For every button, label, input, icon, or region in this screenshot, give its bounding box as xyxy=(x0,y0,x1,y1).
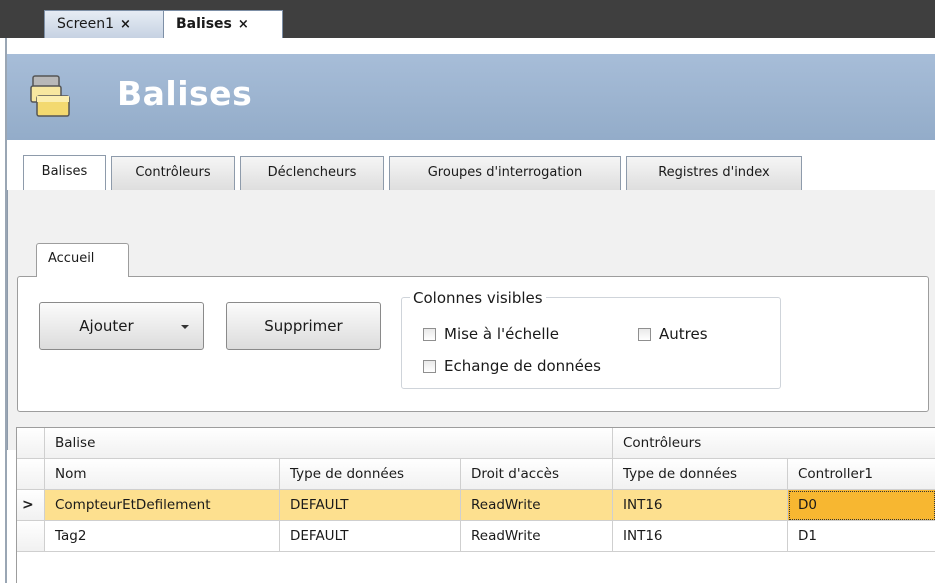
row-header-corner xyxy=(17,459,45,490)
visible-columns-group: Colonnes visibles Mise à l'échelle Autre… xyxy=(401,289,781,389)
column-header-nom[interactable]: Nom xyxy=(45,459,280,490)
checkbox-box[interactable] xyxy=(638,327,651,341)
cell-controller-type[interactable]: INT16 xyxy=(613,490,788,521)
chevron-down-icon[interactable] xyxy=(181,325,189,329)
column-header-controller1[interactable]: Controller1 xyxy=(788,459,935,490)
doc-tab-screen1[interactable]: Screen1 × xyxy=(44,10,167,38)
column-header-controller-type[interactable]: Type de données xyxy=(613,459,788,490)
row-header-corner xyxy=(17,428,45,459)
page-title: Balises xyxy=(117,74,253,113)
doc-tab-label: Screen1 xyxy=(57,16,115,32)
cell-nom[interactable]: CompteurEtDefilement xyxy=(45,490,280,521)
row-header[interactable] xyxy=(17,521,45,552)
group-header-row: Balise Contrôleurs xyxy=(17,428,935,459)
delete-button[interactable]: Supprimer xyxy=(226,302,381,350)
scaling-checkbox[interactable]: Mise à l'échelle xyxy=(423,325,559,343)
doc-tab-label: Balises xyxy=(176,16,232,32)
checkbox-label: Autres xyxy=(659,325,708,343)
tab-groupes-interrogation[interactable]: Groupes d'interrogation xyxy=(389,156,621,190)
ribbon-area: Accueil Ajouter Supprimer Colonnes visib… xyxy=(7,190,935,450)
column-header-row: Nom Type de données Droit d'accès Type d… xyxy=(17,459,935,490)
close-icon[interactable]: × xyxy=(238,17,249,32)
group-header-controleurs: Contrôleurs xyxy=(613,428,935,459)
data-exchange-checkbox[interactable]: Echange de données xyxy=(423,357,601,375)
ribbon-tab-accueil[interactable]: Accueil xyxy=(36,243,129,277)
add-button[interactable]: Ajouter xyxy=(39,302,204,350)
group-title: Colonnes visibles xyxy=(410,289,546,307)
cell-type[interactable]: DEFAULT xyxy=(280,490,461,521)
tab-registres-index[interactable]: Registres d'index xyxy=(626,156,802,190)
table-row[interactable]: Tag2 DEFAULT ReadWrite INT16 D1 xyxy=(17,521,935,552)
page-header: Balises xyxy=(7,54,935,140)
document-tab-bar: Screen1 × Balises × xyxy=(0,0,935,38)
cell-controller-type[interactable]: INT16 xyxy=(613,521,788,552)
tags-folder-icon xyxy=(30,75,70,117)
checkbox-box[interactable] xyxy=(423,327,436,341)
cell-controller1[interactable]: D0 xyxy=(788,490,935,521)
main-tab-strip: Balises Contrôleurs Déclencheurs Groupes… xyxy=(7,140,935,191)
close-icon[interactable]: × xyxy=(120,17,131,32)
add-button-label: Ajouter xyxy=(79,317,134,335)
row-header[interactable]: > xyxy=(17,490,45,521)
tab-declencheurs[interactable]: Déclencheurs xyxy=(240,156,384,190)
cell-type[interactable]: DEFAULT xyxy=(280,521,461,552)
cell-controller1[interactable]: D1 xyxy=(788,521,935,552)
group-header-balise: Balise xyxy=(45,428,613,459)
checkbox-label: Mise à l'échelle xyxy=(444,325,559,343)
tab-controleurs[interactable]: Contrôleurs xyxy=(111,156,235,190)
column-header-type[interactable]: Type de données xyxy=(280,459,461,490)
cell-access[interactable]: ReadWrite xyxy=(461,521,613,552)
cell-nom[interactable]: Tag2 xyxy=(45,521,280,552)
checkbox-label: Echange de données xyxy=(444,357,601,375)
table-row[interactable]: > CompteurEtDefilement DEFAULT ReadWrite… xyxy=(17,490,935,521)
column-header-access[interactable]: Droit d'accès xyxy=(461,459,613,490)
editor-frame: Balises Balises Contrôleurs Déclencheurs… xyxy=(5,38,935,583)
tags-grid: Balise Contrôleurs Nom Type de données D… xyxy=(16,427,935,583)
tab-balises[interactable]: Balises xyxy=(23,155,106,190)
checkbox-box[interactable] xyxy=(423,359,436,373)
ribbon-panel: Ajouter Supprimer Colonnes visibles Mise… xyxy=(17,276,929,412)
current-row-indicator-icon: > xyxy=(22,497,34,513)
cell-access[interactable]: ReadWrite xyxy=(461,490,613,521)
doc-tab-balises[interactable]: Balises × xyxy=(163,10,283,38)
others-checkbox[interactable]: Autres xyxy=(638,325,708,343)
